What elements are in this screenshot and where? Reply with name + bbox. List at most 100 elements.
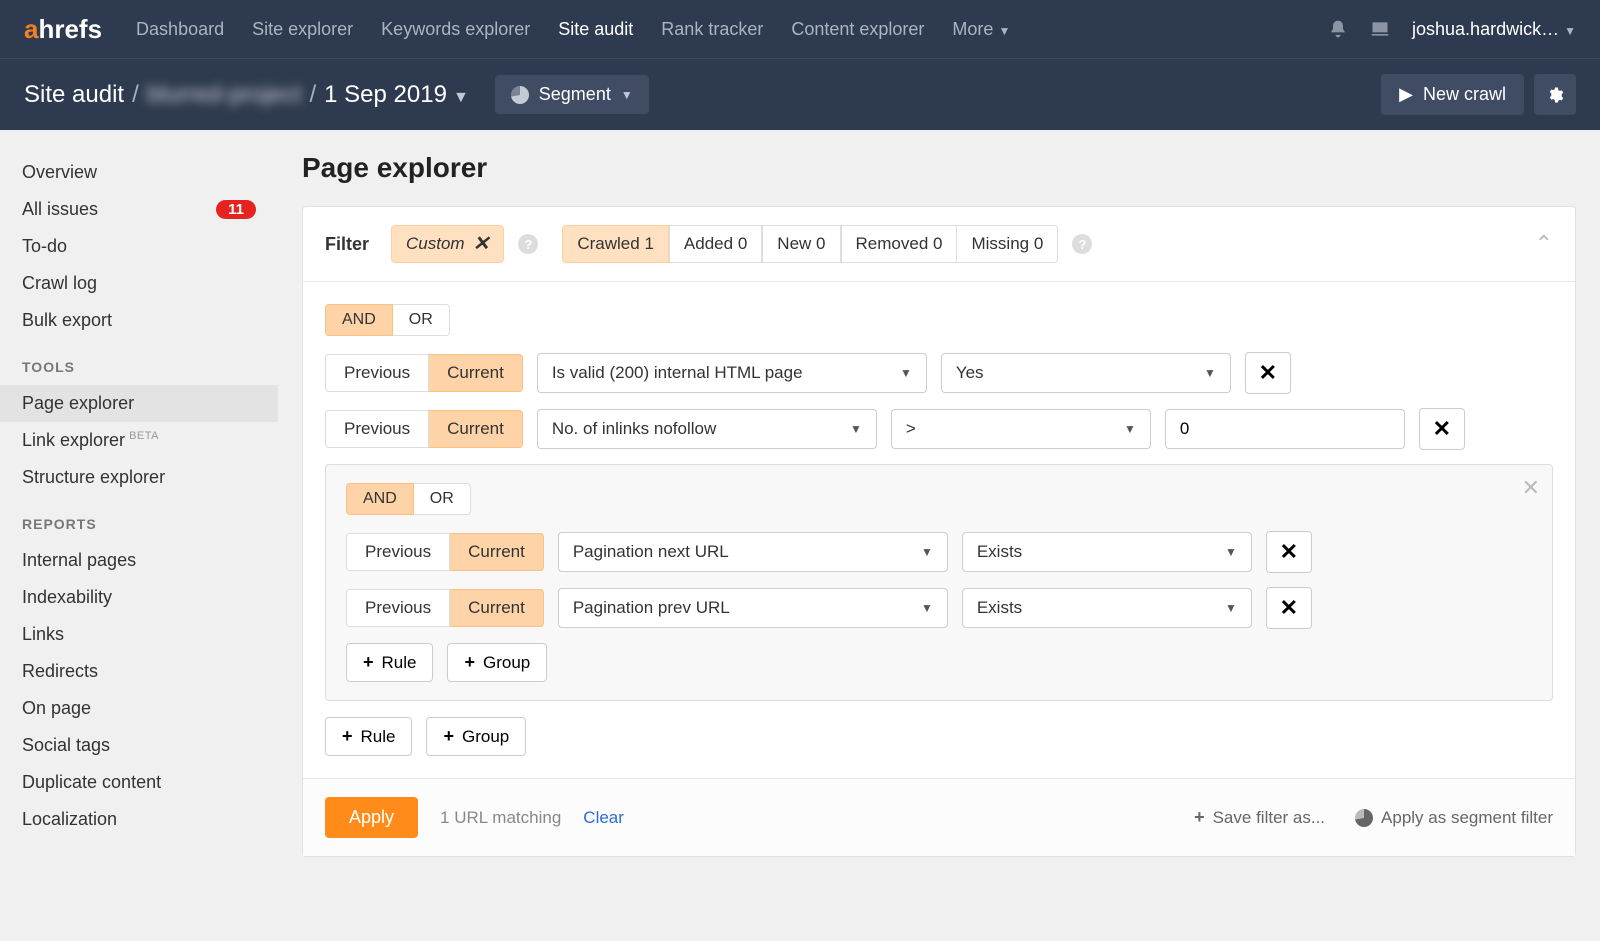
field-select[interactable]: Is valid (200) internal HTML page▼ xyxy=(537,353,927,393)
sidebar-social-tags[interactable]: Social tags xyxy=(0,727,278,764)
breadcrumb-date[interactable]: 1 Sep 2019▼ xyxy=(324,81,469,109)
plus-icon: + xyxy=(464,652,475,673)
sidebar-crawl-log[interactable]: Crawl log xyxy=(0,265,278,302)
rule-group: ✕ AND OR Previous Current Pagination nex… xyxy=(325,464,1553,701)
logic-or[interactable]: OR xyxy=(393,304,450,336)
prev-cur-toggle: Previous Current xyxy=(346,589,544,627)
logic-and[interactable]: AND xyxy=(346,483,414,515)
toggle-previous[interactable]: Previous xyxy=(346,589,450,627)
remove-rule-button[interactable]: ✕ xyxy=(1266,587,1312,629)
tab-added[interactable]: Added 0 xyxy=(669,225,762,263)
value-select[interactable]: Exists▼ xyxy=(962,532,1252,572)
toggle-previous[interactable]: Previous xyxy=(325,410,429,448)
nav-site-explorer[interactable]: Site explorer xyxy=(252,19,353,40)
settings-button[interactable] xyxy=(1534,74,1576,115)
remove-rule-button[interactable]: ✕ xyxy=(1266,531,1312,573)
nav-right: joshua.hardwick… ▼ xyxy=(1328,19,1576,40)
toggle-previous[interactable]: Previous xyxy=(325,354,429,392)
filter-body: AND OR Previous Current Is valid (200) i… xyxy=(303,282,1575,778)
nav-more[interactable]: More ▼ xyxy=(952,19,1010,40)
prev-cur-toggle: Previous Current xyxy=(346,533,544,571)
help-icon[interactable]: ? xyxy=(518,234,538,254)
sidebar-duplicate-content[interactable]: Duplicate content xyxy=(0,764,278,801)
sidebar-all-issues[interactable]: All issues 11 xyxy=(0,191,278,228)
field-select[interactable]: No. of inlinks nofollow▼ xyxy=(537,409,877,449)
add-group-button[interactable]: +Group xyxy=(447,643,547,682)
sidebar-bulk-export[interactable]: Bulk export xyxy=(0,302,278,339)
monitor-icon[interactable] xyxy=(1370,19,1390,39)
sidebar-internal-pages[interactable]: Internal pages xyxy=(0,542,278,579)
nav-keywords-explorer[interactable]: Keywords explorer xyxy=(381,19,530,40)
toggle-current[interactable]: Current xyxy=(429,410,523,448)
breadcrumb-project[interactable]: blurred-project xyxy=(147,81,302,109)
plus-icon: + xyxy=(443,726,454,747)
tab-crawled[interactable]: Crawled 1 xyxy=(562,225,669,263)
logic-toggle: AND OR xyxy=(325,304,450,336)
sidebar-page-explorer[interactable]: Page explorer xyxy=(0,385,278,422)
add-group-button[interactable]: +Group xyxy=(426,717,526,756)
filter-label: Filter xyxy=(325,234,369,255)
clear-link[interactable]: Clear xyxy=(583,808,624,828)
sidebar-on-page[interactable]: On page xyxy=(0,690,278,727)
remove-rule-button[interactable]: ✕ xyxy=(1419,408,1465,450)
close-icon[interactable]: ✕ xyxy=(1522,475,1540,501)
rule-row: Previous Current Pagination prev URL▼ Ex… xyxy=(346,587,1532,629)
add-rule-button[interactable]: +Rule xyxy=(325,717,412,756)
tab-new[interactable]: New 0 xyxy=(762,225,840,263)
sidebar-structure-explorer[interactable]: Structure explorer xyxy=(0,459,278,496)
nav-site-audit[interactable]: Site audit xyxy=(558,19,633,40)
crawl-status-tabs: Crawled 1 Added 0 New 0 Removed 0 Missin… xyxy=(562,225,1058,263)
sidebar-indexability[interactable]: Indexability xyxy=(0,579,278,616)
sidebar-todo[interactable]: To-do xyxy=(0,228,278,265)
help-icon[interactable]: ? xyxy=(1072,234,1092,254)
tab-removed[interactable]: Removed 0 xyxy=(841,225,958,263)
issues-badge: 11 xyxy=(216,200,256,219)
page-title: Page explorer xyxy=(302,152,1576,184)
plus-icon: + xyxy=(363,652,374,673)
nav-dashboard[interactable]: Dashboard xyxy=(136,19,224,40)
filter-panel: Filter Custom ✕ ? Crawled 1 Added 0 New … xyxy=(302,206,1576,857)
logic-or[interactable]: OR xyxy=(414,483,471,515)
prev-cur-toggle: Previous Current xyxy=(325,354,523,392)
rule-row: Previous Current Is valid (200) internal… xyxy=(325,352,1553,394)
add-rule-button[interactable]: +Rule xyxy=(346,643,433,682)
segment-button[interactable]: Segment ▼ xyxy=(495,75,649,114)
new-crawl-button[interactable]: ▶ New crawl xyxy=(1381,74,1524,115)
sidebar-links[interactable]: Links xyxy=(0,616,278,653)
operator-select[interactable]: >▼ xyxy=(891,409,1151,449)
value-select[interactable]: Exists▼ xyxy=(962,588,1252,628)
sidebar-overview[interactable]: Overview xyxy=(0,154,278,191)
apply-segment-button[interactable]: Apply as segment filter xyxy=(1355,808,1553,828)
rule-row: Previous Current No. of inlinks nofollow… xyxy=(325,408,1553,450)
field-select[interactable]: Pagination next URL▼ xyxy=(558,532,948,572)
toggle-previous[interactable]: Previous xyxy=(346,533,450,571)
nav-content-explorer[interactable]: Content explorer xyxy=(791,19,924,40)
remove-rule-button[interactable]: ✕ xyxy=(1245,352,1291,394)
toggle-current[interactable]: Current xyxy=(429,354,523,392)
logic-and[interactable]: AND xyxy=(325,304,393,336)
breadcrumb-section[interactable]: Site audit xyxy=(24,81,124,109)
sidebar-tools-head: TOOLS xyxy=(0,339,278,385)
nav-rank-tracker[interactable]: Rank tracker xyxy=(661,19,763,40)
filter-header: Filter Custom ✕ ? Crawled 1 Added 0 New … xyxy=(303,207,1575,282)
sidebar-reports-head: REPORTS xyxy=(0,496,278,542)
logo[interactable]: ahrefs xyxy=(24,14,102,45)
sidebar-localization[interactable]: Localization xyxy=(0,801,278,838)
sub-header: Site audit / blurred-project / 1 Sep 201… xyxy=(0,58,1600,130)
bell-icon[interactable] xyxy=(1328,19,1348,39)
tab-missing[interactable]: Missing 0 xyxy=(957,225,1058,263)
apply-button[interactable]: Apply xyxy=(325,797,418,838)
main-content: Page explorer Filter Custom ✕ ? Crawled … xyxy=(278,130,1600,879)
toggle-current[interactable]: Current xyxy=(450,533,544,571)
value-input[interactable] xyxy=(1165,409,1405,449)
toggle-current[interactable]: Current xyxy=(450,589,544,627)
value-select[interactable]: Yes▼ xyxy=(941,353,1231,393)
field-select[interactable]: Pagination prev URL▼ xyxy=(558,588,948,628)
sidebar-redirects[interactable]: Redirects xyxy=(0,653,278,690)
close-icon[interactable]: ✕ xyxy=(473,234,490,254)
chevron-up-icon[interactable]: ⌃ xyxy=(1535,231,1553,257)
filter-custom-chip[interactable]: Custom ✕ xyxy=(391,225,504,263)
sidebar-link-explorer[interactable]: Link explorerBETA xyxy=(0,422,278,459)
user-menu[interactable]: joshua.hardwick… ▼ xyxy=(1412,19,1576,40)
save-filter-button[interactable]: +Save filter as... xyxy=(1194,807,1325,828)
